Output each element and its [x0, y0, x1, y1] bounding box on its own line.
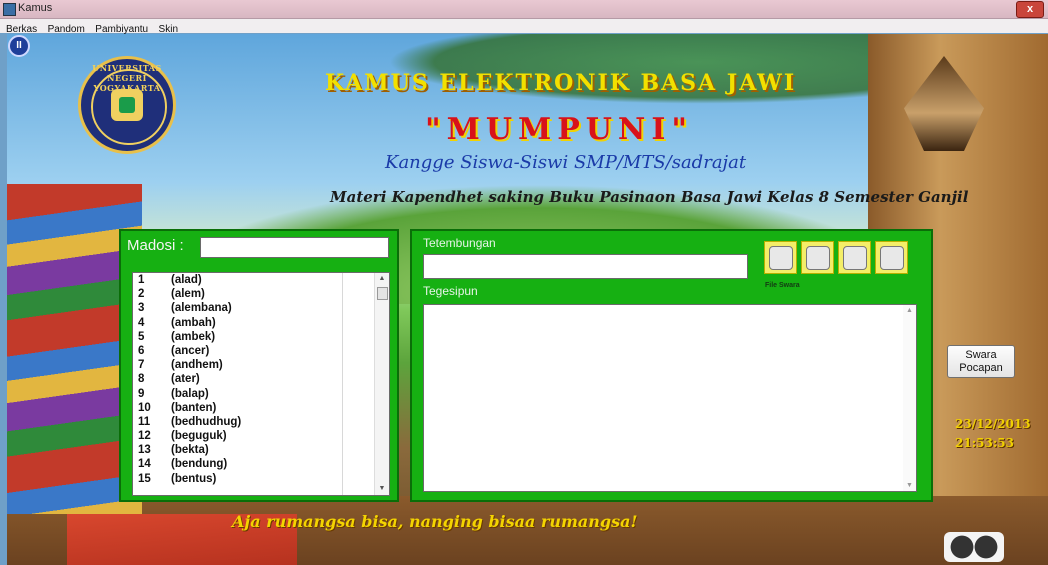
scroll-thumb[interactable]	[377, 287, 388, 300]
edit-button[interactable]	[838, 241, 871, 274]
list-scrollbar[interactable]: ▲ ▼	[374, 273, 389, 495]
new-file-icon	[768, 245, 793, 270]
list-item[interactable]: 11 (bedhudhug)	[133, 415, 389, 429]
word-list[interactable]: 1 (alad) 2 (alem) 3 (alembana) 4 (ambah) 5 (a…	[132, 272, 390, 496]
list-item[interactable]: 15 (bentus)	[133, 472, 389, 486]
delete-button[interactable]	[875, 241, 908, 274]
list-item[interactable]: 8 (ater)	[133, 372, 389, 386]
meaning-textarea[interactable]: ▲ ▼	[423, 304, 917, 492]
date-display: 23/12/2013	[955, 417, 1031, 431]
search-panel: Madosi : 1 (alad) 2 (alem) 3 (alembana) 4 (a…	[119, 229, 399, 502]
scroll-up-icon[interactable]: ▲	[903, 307, 916, 314]
detail-panel: Tetembungan File Swara Tegesipun ▲ ▼	[410, 229, 933, 502]
save-icon	[805, 245, 830, 270]
list-item[interactable]: 2 (alem)	[133, 287, 389, 301]
word-field[interactable]	[423, 254, 748, 279]
window-title: Kamus	[18, 2, 53, 14]
meaning-scrollbar[interactable]: ▲ ▼	[903, 305, 916, 491]
material-text: Materi Kapendhet saking Buku Pasinaon Ba…	[330, 188, 969, 206]
main-scene: II UNIVERSITAS NEGERI YOGYAKARTA KAMUS E…	[7, 34, 1048, 565]
mascot-image	[944, 532, 1004, 562]
list-item[interactable]: 5 (ambek)	[133, 330, 389, 344]
list-item[interactable]: 7 (andhem)	[133, 358, 389, 372]
list-item[interactable]: 6 (ancer)	[133, 344, 389, 358]
app-title: KAMUS ELEKTRONIK BASA JAWI	[325, 70, 797, 96]
delete-icon	[879, 245, 904, 270]
list-item[interactable]: 12 (beguguk)	[133, 429, 389, 443]
save-button[interactable]	[801, 241, 834, 274]
swara-pocapan-button[interactable]: Swara Pocapan	[947, 345, 1015, 378]
scroll-up-icon[interactable]: ▲	[375, 273, 389, 285]
menubar: Berkas Pandom Pambiyantu Skin	[0, 19, 1048, 35]
meaning-label: Tegesipun	[423, 284, 478, 298]
list-item[interactable]: 3 (alembana)	[133, 301, 389, 315]
list-item[interactable]: 4 (ambah)	[133, 316, 389, 330]
window-titlebar: Kamus x	[0, 0, 1048, 19]
edit-icon	[842, 245, 867, 270]
pause-button[interactable]: II	[8, 35, 30, 57]
file-swara-label: File Swara	[765, 282, 800, 289]
list-item[interactable]: 14 (bendung)	[133, 457, 389, 471]
motto-text: Aja rumangsa bisa, nanging bisaa rumangs…	[232, 512, 638, 531]
search-input[interactable]	[200, 237, 389, 258]
university-logo: UNIVERSITAS NEGERI YOGYAKARTA	[78, 56, 176, 154]
scroll-down-icon[interactable]: ▼	[903, 482, 916, 489]
time-display: 21:53:53	[955, 436, 1014, 450]
audience-text: Kangge Siswa-Siswi SMP/MTS/sadrajat	[385, 152, 747, 173]
list-item[interactable]: 1 (alad)	[133, 273, 389, 287]
list-item[interactable]: 10 (banten)	[133, 401, 389, 415]
word-label: Tetembungan	[423, 236, 496, 250]
list-item[interactable]: 9 (balap)	[133, 387, 389, 401]
new-button[interactable]	[764, 241, 797, 274]
scroll-down-icon[interactable]: ▼	[375, 483, 389, 495]
app-subtitle: "MUMPUNI"	[425, 112, 694, 147]
list-item[interactable]: 13 (bekta)	[133, 443, 389, 457]
close-button[interactable]: x	[1016, 1, 1044, 18]
app-icon	[3, 3, 16, 16]
toolbar-icons	[764, 241, 915, 274]
search-label: Madosi :	[127, 237, 184, 254]
